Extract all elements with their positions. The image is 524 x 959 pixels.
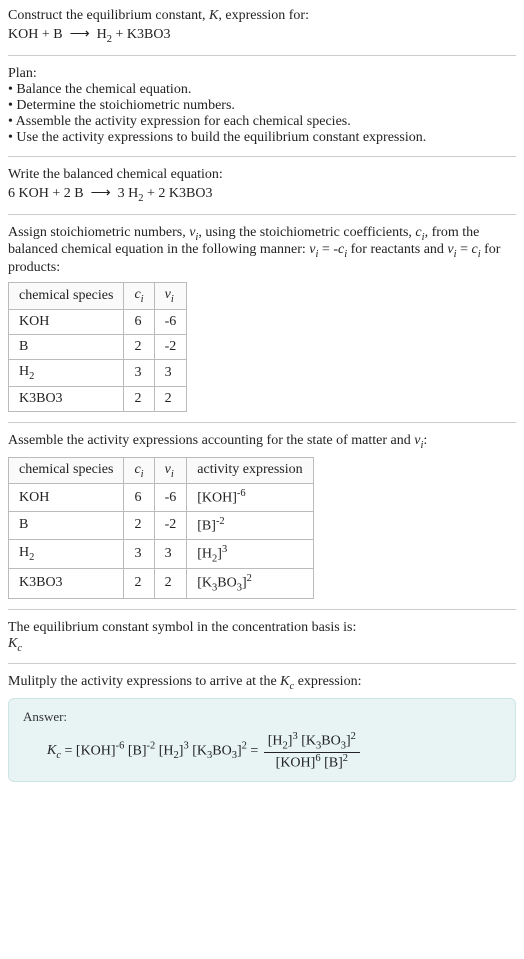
- cell-vi: 3: [154, 359, 187, 386]
- table-row: B 2 -2: [9, 334, 187, 359]
- table-row: H2 3 3: [9, 359, 187, 386]
- table-row: H2 3 3 [H2]3: [9, 539, 314, 568]
- multiply-intro: Mulitply the activity expressions to arr…: [8, 674, 516, 692]
- balanced-equation: 6 KOH + 2 B ⟶ 3 H2 + 2 K3BO3: [8, 185, 516, 204]
- table-header-row: chemical species ci νi activity expressi…: [9, 457, 314, 484]
- cell-species: H2: [9, 539, 124, 568]
- cell-vi: -2: [154, 334, 187, 359]
- cell-ci: 2: [124, 569, 154, 598]
- table-row: K3BO3 2 2 [K3BO3]2: [9, 569, 314, 598]
- stoich-table: chemical species ci νi KOH 6 -6 B 2 -2 H…: [8, 282, 187, 412]
- symbol-line1: The equilibrium constant symbol in the c…: [8, 620, 516, 636]
- cell-ci: 6: [124, 484, 154, 512]
- divider: [8, 156, 516, 157]
- answer-label: Answer:: [23, 709, 501, 725]
- answer-fraction: [H2]3 [K3BO3]2 [KOH]6 [B]2: [264, 731, 360, 771]
- table-row: KOH 6 -6: [9, 309, 187, 334]
- divider: [8, 663, 516, 664]
- cell-species: KOH: [9, 484, 124, 512]
- cell-activity: [KOH]-6: [187, 484, 313, 512]
- plan-title: Plan:: [8, 66, 516, 82]
- plan-b2: • Determine the stoichiometric numbers.: [8, 98, 516, 114]
- col-ci: ci: [124, 457, 154, 484]
- symbol-kc: Kc: [8, 636, 516, 654]
- prompt: Construct the equilibrium constant, K, e…: [8, 8, 516, 45]
- cell-species: KOH: [9, 309, 124, 334]
- cell-ci: 3: [124, 359, 154, 386]
- symbol: The equilibrium constant symbol in the c…: [8, 620, 516, 654]
- plan-b1: • Balance the chemical equation.: [8, 82, 516, 98]
- cell-vi: 3: [154, 539, 187, 568]
- plan: Plan: • Balance the chemical equation. •…: [8, 66, 516, 146]
- cell-ci: 2: [124, 512, 154, 540]
- cell-ci: 2: [124, 386, 154, 411]
- cell-vi: 2: [154, 569, 187, 598]
- cell-activity: [B]-2: [187, 512, 313, 540]
- cell-vi: -2: [154, 512, 187, 540]
- plan-b3: • Assemble the activity expression for e…: [8, 114, 516, 130]
- cell-species: K3BO3: [9, 569, 124, 598]
- stoich: Assign stoichiometric numbers, νi, using…: [8, 225, 516, 412]
- cell-ci: 2: [124, 334, 154, 359]
- col-activity: activity expression: [187, 457, 313, 484]
- balanced: Write the balanced chemical equation: 6 …: [8, 167, 516, 204]
- activity: Assemble the activity expressions accoun…: [8, 433, 516, 599]
- prompt-line1: Construct the equilibrium constant, K, e…: [8, 8, 516, 24]
- cell-vi: -6: [154, 309, 187, 334]
- col-species: chemical species: [9, 283, 124, 310]
- answer-denominator: [KOH]6 [B]2: [264, 753, 360, 772]
- col-vi: νi: [154, 457, 187, 484]
- answer-box: Answer: Kc = [KOH]-6 [B]-2 [H2]3 [K3BO3]…: [8, 698, 516, 782]
- divider: [8, 55, 516, 56]
- divider: [8, 609, 516, 610]
- table-header-row: chemical species ci νi: [9, 283, 187, 310]
- activity-intro: Assemble the activity expressions accoun…: [8, 433, 516, 451]
- balanced-intro: Write the balanced chemical equation:: [8, 167, 516, 183]
- prompt-equation: KOH + B ⟶ H2 + K3BO3: [8, 26, 516, 45]
- col-vi: νi: [154, 283, 187, 310]
- table-row: B 2 -2 [B]-2: [9, 512, 314, 540]
- cell-ci: 6: [124, 309, 154, 334]
- col-species: chemical species: [9, 457, 124, 484]
- cell-vi: -6: [154, 484, 187, 512]
- multiply: Mulitply the activity expressions to arr…: [8, 674, 516, 692]
- answer-numerator: [H2]3 [K3BO3]2: [264, 731, 360, 752]
- cell-activity: [H2]3: [187, 539, 313, 568]
- cell-species: K3BO3: [9, 386, 124, 411]
- table-row: K3BO3 2 2: [9, 386, 187, 411]
- stoich-intro: Assign stoichiometric numbers, νi, using…: [8, 225, 516, 277]
- divider: [8, 214, 516, 215]
- cell-species: H2: [9, 359, 124, 386]
- answer-expression: Kc = [KOH]-6 [B]-2 [H2]3 [K3BO3]2 = [H2]…: [23, 731, 501, 771]
- cell-activity: [K3BO3]2: [187, 569, 313, 598]
- plan-b4: • Use the activity expressions to build …: [8, 130, 516, 146]
- cell-species: B: [9, 512, 124, 540]
- cell-species: B: [9, 334, 124, 359]
- table-row: KOH 6 -6 [KOH]-6: [9, 484, 314, 512]
- divider: [8, 422, 516, 423]
- activity-table: chemical species ci νi activity expressi…: [8, 457, 314, 599]
- cell-ci: 3: [124, 539, 154, 568]
- cell-vi: 2: [154, 386, 187, 411]
- col-ci: ci: [124, 283, 154, 310]
